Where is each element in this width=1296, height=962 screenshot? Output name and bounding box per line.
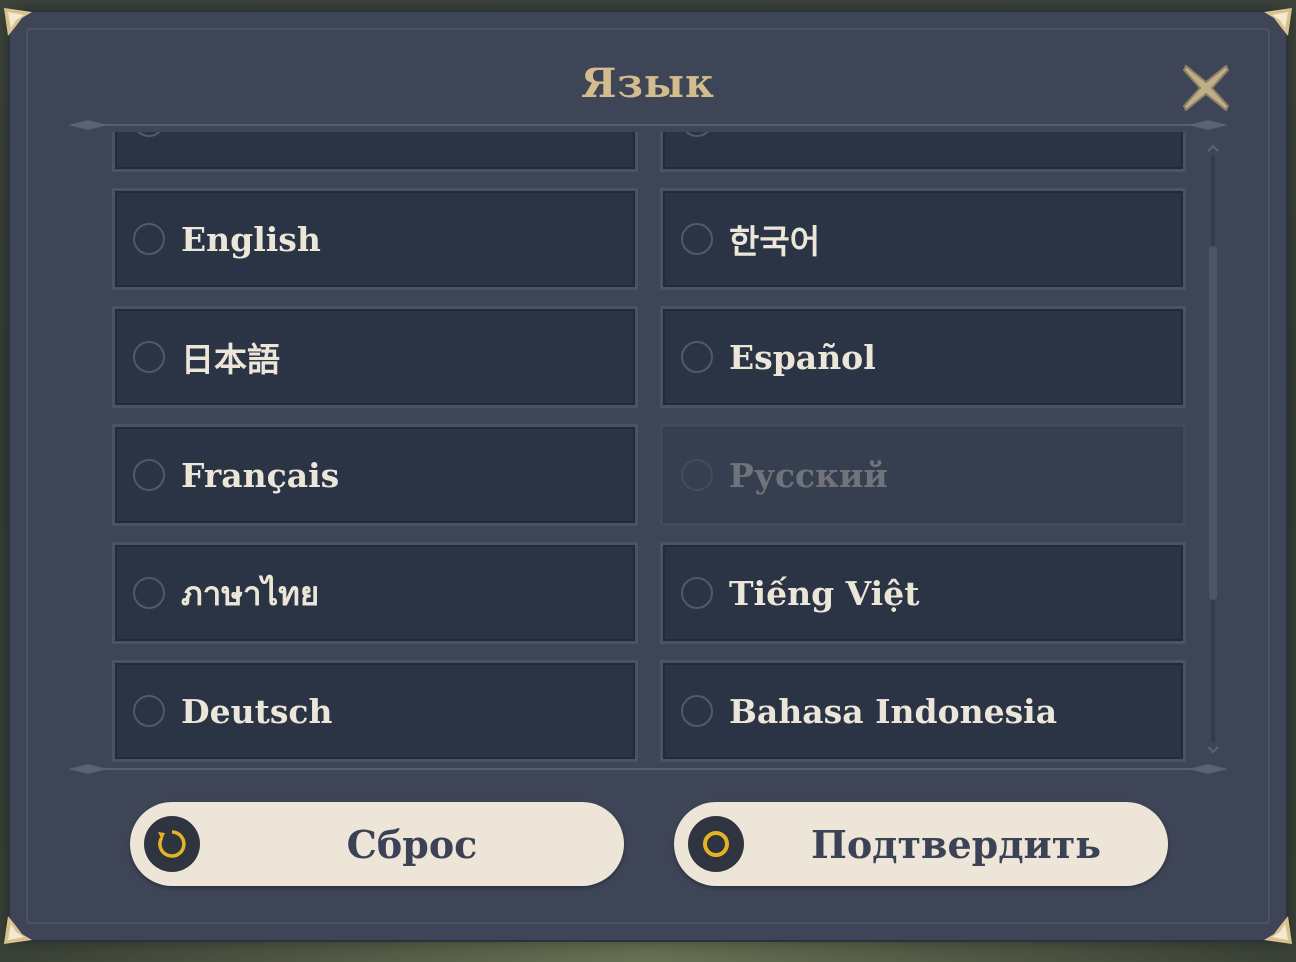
corner-ornament-icon	[1264, 8, 1292, 36]
language-label: Русский	[729, 455, 888, 495]
radio-icon	[681, 341, 713, 373]
radio-icon	[681, 132, 713, 137]
language-option-partial[interactable]	[112, 132, 638, 172]
close-icon	[1182, 64, 1230, 112]
language-label: English	[181, 219, 321, 259]
language-option-partial[interactable]	[660, 132, 1186, 172]
language-list[interactable]: English 한국어 日本語 Español Français Русский…	[100, 132, 1200, 762]
language-option-korean[interactable]: 한국어	[660, 188, 1186, 290]
language-option-french[interactable]: Français	[112, 424, 638, 526]
language-label: ภาษาไทย	[181, 573, 320, 613]
footer-divider	[68, 764, 1228, 774]
language-option-german[interactable]: Deutsch	[112, 660, 638, 762]
language-option-japanese[interactable]: 日本語	[112, 306, 638, 408]
list-scrollbar[interactable]	[1206, 142, 1220, 756]
language-label: Français	[181, 455, 340, 495]
radio-icon	[133, 132, 165, 137]
radio-icon	[681, 695, 713, 727]
confirm-button[interactable]: Подтвердить	[674, 802, 1168, 886]
radio-icon	[681, 223, 713, 255]
confirm-button-label: Подтвердить	[810, 821, 1102, 867]
refresh-icon	[144, 816, 200, 872]
language-label: 日本語	[181, 340, 280, 379]
corner-ornament-icon	[4, 8, 32, 36]
language-option-indonesian[interactable]: Bahasa Indonesia	[660, 660, 1186, 762]
language-option-thai[interactable]: ภาษาไทย	[112, 542, 638, 644]
language-option-russian: Русский	[660, 424, 1186, 526]
language-label: Tiếng Việt	[729, 573, 920, 613]
radio-icon	[133, 577, 165, 609]
corner-ornament-icon	[1264, 916, 1292, 944]
radio-icon	[133, 341, 165, 373]
corner-ornament-icon	[4, 916, 32, 944]
radio-icon	[133, 459, 165, 491]
language-option-spanish[interactable]: Español	[660, 306, 1186, 408]
radio-icon	[133, 695, 165, 727]
circle-icon	[688, 816, 744, 872]
dialog-title: Язык	[581, 60, 715, 107]
radio-icon	[133, 223, 165, 255]
language-label: Deutsch	[181, 691, 333, 731]
language-option-english[interactable]: English	[112, 188, 638, 290]
radio-icon	[681, 459, 713, 491]
chevron-down-icon[interactable]	[1206, 744, 1220, 756]
language-label: Bahasa Indonesia	[729, 691, 1058, 731]
chevron-up-icon[interactable]	[1206, 142, 1220, 154]
header-divider	[68, 120, 1228, 130]
language-option-vietnamese[interactable]: Tiếng Việt	[660, 542, 1186, 644]
radio-icon	[681, 577, 713, 609]
reset-button[interactable]: Сброс	[130, 802, 624, 886]
close-button[interactable]	[1176, 58, 1236, 118]
reset-button-label: Сброс	[346, 821, 478, 867]
scroll-thumb[interactable]	[1209, 246, 1217, 600]
language-label: Español	[729, 337, 876, 377]
language-label: 한국어	[729, 222, 821, 261]
